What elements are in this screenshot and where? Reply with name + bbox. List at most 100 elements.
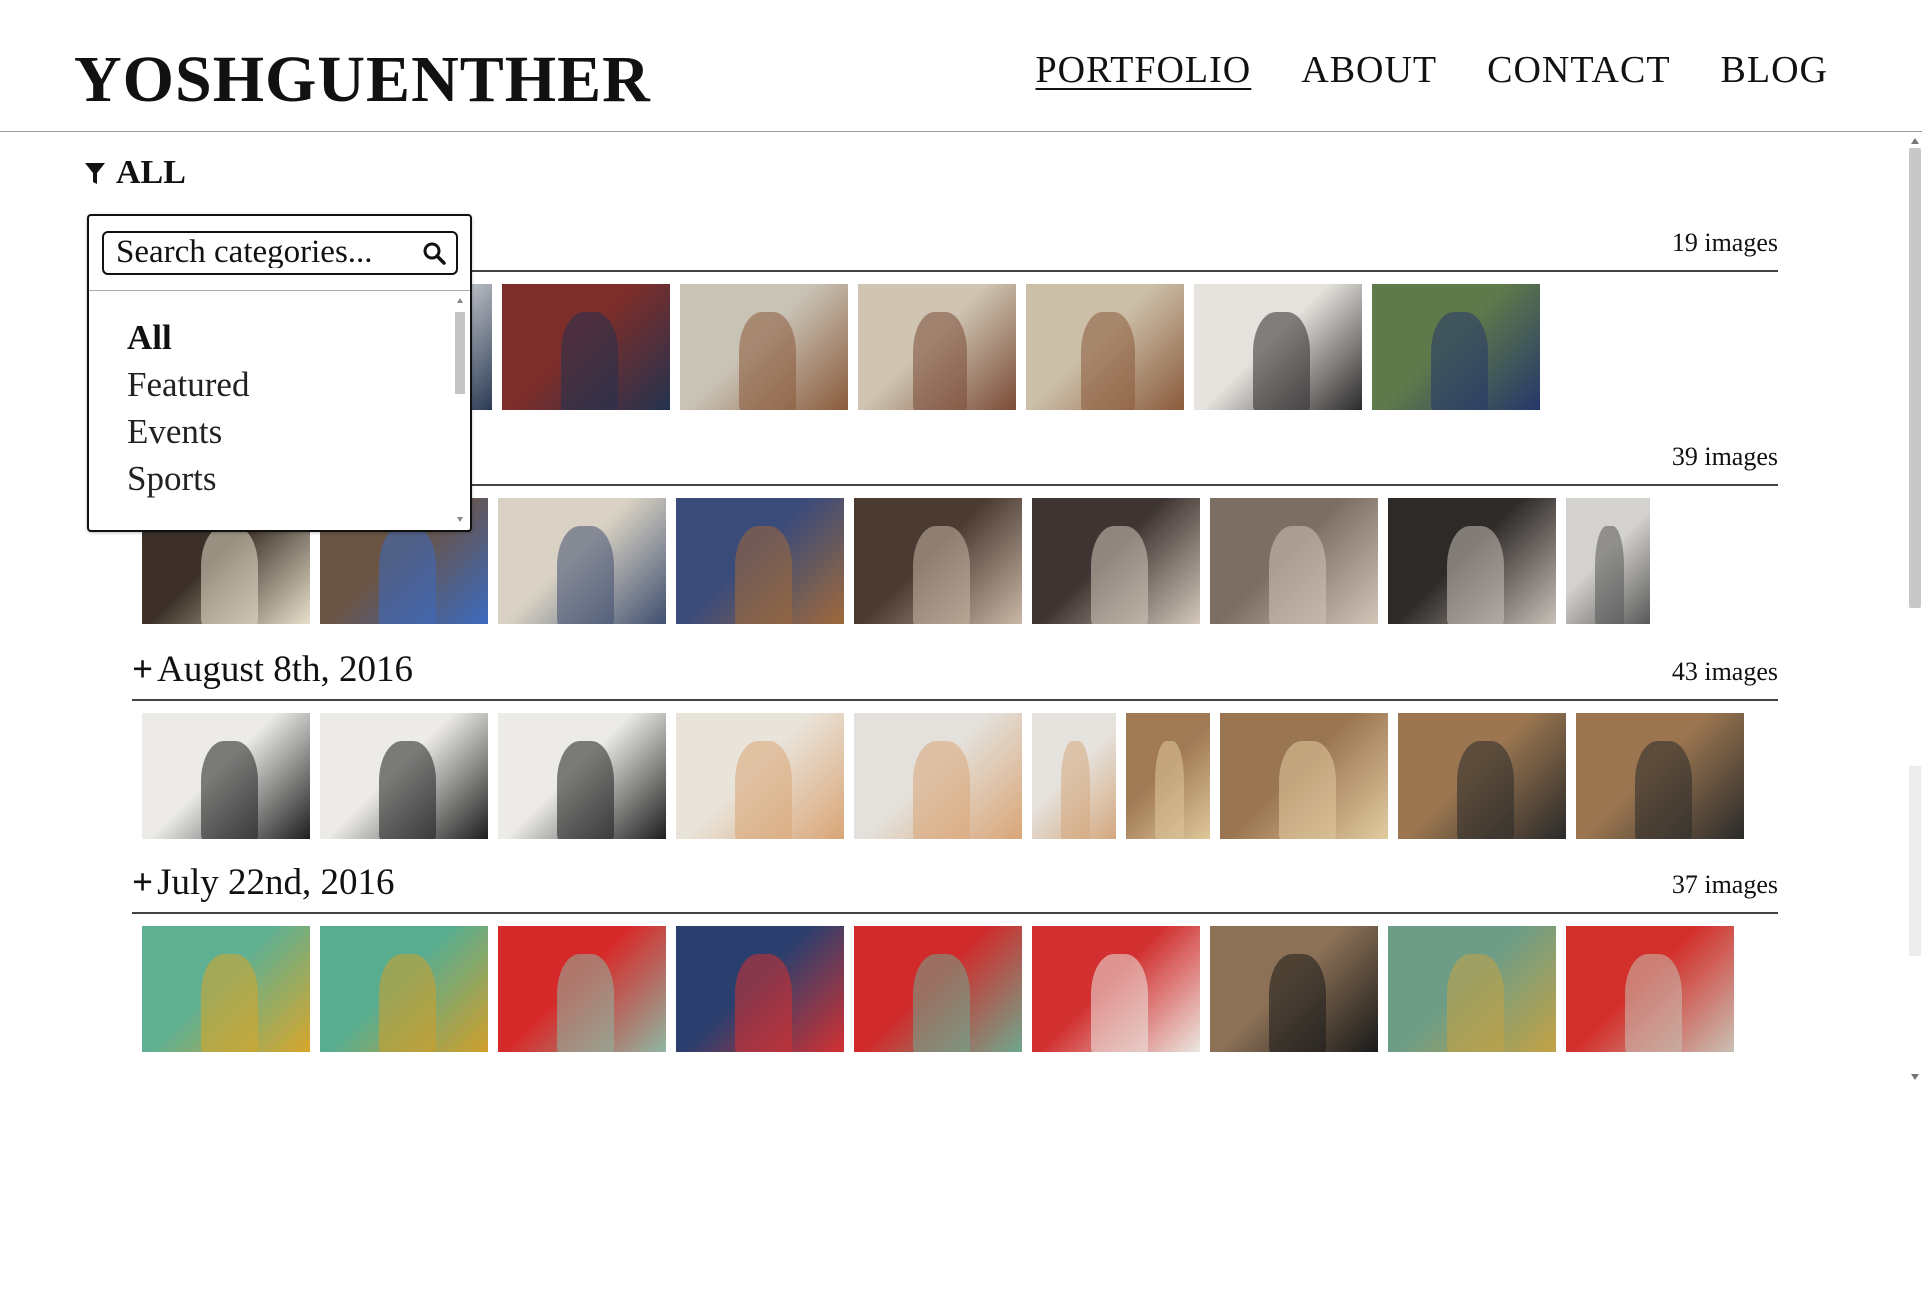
photo-subject-shape xyxy=(1446,525,1504,624)
nav-about[interactable]: ABOUT xyxy=(1301,48,1437,92)
photo-subject-shape xyxy=(200,525,258,624)
filter-label: ALL xyxy=(116,154,186,191)
photo-thumbnail[interactable] xyxy=(498,926,666,1052)
photo-thumbnail[interactable] xyxy=(676,926,844,1052)
photo-subject-shape xyxy=(556,740,614,839)
photo-thumbnail[interactable] xyxy=(502,284,670,410)
photo-thumbnail[interactable] xyxy=(854,498,1022,624)
photo-thumbnail[interactable] xyxy=(142,926,310,1052)
photo-thumbnail[interactable] xyxy=(676,498,844,624)
page-scroll-down-icon[interactable] xyxy=(1911,1074,1919,1080)
main-nav: PORTFOLIO ABOUT CONTACT BLOG xyxy=(1036,48,1829,92)
album-title-text: August 8th, 2016 xyxy=(157,649,414,690)
photo-thumbnail[interactable] xyxy=(676,713,844,839)
search-icon[interactable] xyxy=(422,241,446,265)
photo-thumbnail[interactable] xyxy=(1032,926,1200,1052)
photo-subject-shape xyxy=(1090,953,1148,1052)
expand-plus-icon[interactable]: + xyxy=(132,862,153,903)
photo-thumbnail[interactable] xyxy=(1566,926,1734,1052)
nav-blog[interactable]: BLOG xyxy=(1721,48,1828,92)
photo-subject-shape xyxy=(560,311,618,410)
album-section: + August 8th, 2016 43 images xyxy=(132,648,1778,839)
album-header[interactable]: + August 8th, 2016 43 images xyxy=(132,648,1778,701)
thumbnail-strip xyxy=(142,713,1744,839)
album-image-count: 37 images xyxy=(1671,870,1778,899)
photo-thumbnail[interactable] xyxy=(1210,926,1378,1052)
album-header[interactable]: + July 22nd, 2016 37 images xyxy=(132,861,1778,914)
photo-thumbnail[interactable] xyxy=(1126,713,1210,839)
photo-thumbnail[interactable] xyxy=(320,713,488,839)
photo-thumbnail[interactable] xyxy=(1576,713,1744,839)
category-search-input[interactable] xyxy=(116,236,416,268)
album-image-count: 43 images xyxy=(1671,657,1778,686)
photo-thumbnail[interactable] xyxy=(1194,284,1362,410)
photo-subject-shape xyxy=(200,953,258,1052)
photo-subject-shape xyxy=(913,311,968,410)
album-image-count: 39 images xyxy=(1671,442,1778,471)
photo-thumbnail[interactable] xyxy=(1032,713,1116,839)
photo-thumbnail[interactable] xyxy=(1032,498,1200,624)
album-title[interactable]: + July 22nd, 2016 xyxy=(132,861,395,904)
album-section: + July 22nd, 2016 37 images xyxy=(132,861,1778,1052)
photo-thumbnail[interactable] xyxy=(1566,498,1650,624)
photo-subject-shape xyxy=(1278,740,1336,839)
category-option-featured[interactable]: Featured xyxy=(127,361,249,408)
site-header: YOSHGUENTHER PORTFOLIO ABOUT CONTACT BLO… xyxy=(0,0,1922,132)
photo-thumbnail[interactable] xyxy=(1372,284,1540,410)
photo-subject-shape xyxy=(1595,525,1624,624)
dropdown-scroll-thumb[interactable] xyxy=(455,312,465,394)
photo-thumbnail[interactable] xyxy=(1388,926,1556,1052)
photo-thumbnail[interactable] xyxy=(1388,498,1556,624)
photo-subject-shape xyxy=(378,953,436,1052)
page-scroll-track xyxy=(1909,766,1921,956)
photo-subject-shape xyxy=(912,525,970,624)
dropdown-divider xyxy=(89,290,470,291)
photo-subject-shape xyxy=(734,953,792,1052)
photo-subject-shape xyxy=(1268,525,1326,624)
scroll-down-arrow-icon[interactable] xyxy=(457,517,463,522)
album-image-count: 19 images xyxy=(1671,228,1778,257)
photo-thumbnail[interactable] xyxy=(858,284,1016,410)
photo-subject-shape xyxy=(1456,740,1514,839)
album-title-text: July 22nd, 2016 xyxy=(157,862,395,903)
expand-plus-icon[interactable]: + xyxy=(132,649,153,690)
photo-thumbnail[interactable] xyxy=(680,284,848,410)
photo-thumbnail[interactable] xyxy=(1398,713,1566,839)
photo-thumbnail[interactable] xyxy=(854,926,1022,1052)
photo-subject-shape xyxy=(912,740,970,839)
photo-thumbnail[interactable] xyxy=(498,498,666,624)
photo-subject-shape xyxy=(1430,311,1488,410)
photo-subject-shape xyxy=(1252,311,1310,410)
photo-subject-shape xyxy=(1155,740,1184,839)
category-option-events[interactable]: Events xyxy=(127,408,249,455)
scroll-up-arrow-icon[interactable] xyxy=(457,298,463,303)
photo-subject-shape xyxy=(1624,953,1682,1052)
photo-thumbnail[interactable] xyxy=(1220,713,1388,839)
photo-thumbnail[interactable] xyxy=(320,926,488,1052)
photo-subject-shape xyxy=(1090,525,1148,624)
category-option-all[interactable]: All xyxy=(127,314,249,361)
category-filter-toggle[interactable]: ALL xyxy=(84,154,186,192)
photo-thumbnail[interactable] xyxy=(854,713,1022,839)
photo-thumbnail[interactable] xyxy=(142,713,310,839)
nav-contact[interactable]: CONTACT xyxy=(1487,48,1670,92)
photo-subject-shape xyxy=(1081,311,1136,410)
photo-subject-shape xyxy=(378,525,436,624)
photo-thumbnail[interactable] xyxy=(1210,498,1378,624)
photo-subject-shape xyxy=(200,740,258,839)
photo-thumbnail[interactable] xyxy=(498,713,666,839)
page-scroll-thumb[interactable] xyxy=(1909,148,1921,608)
photo-subject-shape xyxy=(556,525,614,624)
page-scrollbar[interactable] xyxy=(1904,136,1922,1082)
nav-portfolio[interactable]: PORTFOLIO xyxy=(1036,48,1252,92)
photo-subject-shape xyxy=(1268,953,1326,1052)
dropdown-scrollbar[interactable] xyxy=(454,296,466,522)
category-option-sports[interactable]: Sports xyxy=(127,455,249,502)
site-logo[interactable]: YOSHGUENTHER xyxy=(74,42,651,118)
page-scroll-up-icon[interactable] xyxy=(1911,138,1919,144)
photo-thumbnail[interactable] xyxy=(1026,284,1184,410)
photo-subject-shape xyxy=(912,953,970,1052)
photo-subject-shape xyxy=(556,953,614,1052)
photo-subject-shape xyxy=(734,525,792,624)
album-title[interactable]: + August 8th, 2016 xyxy=(132,648,413,691)
